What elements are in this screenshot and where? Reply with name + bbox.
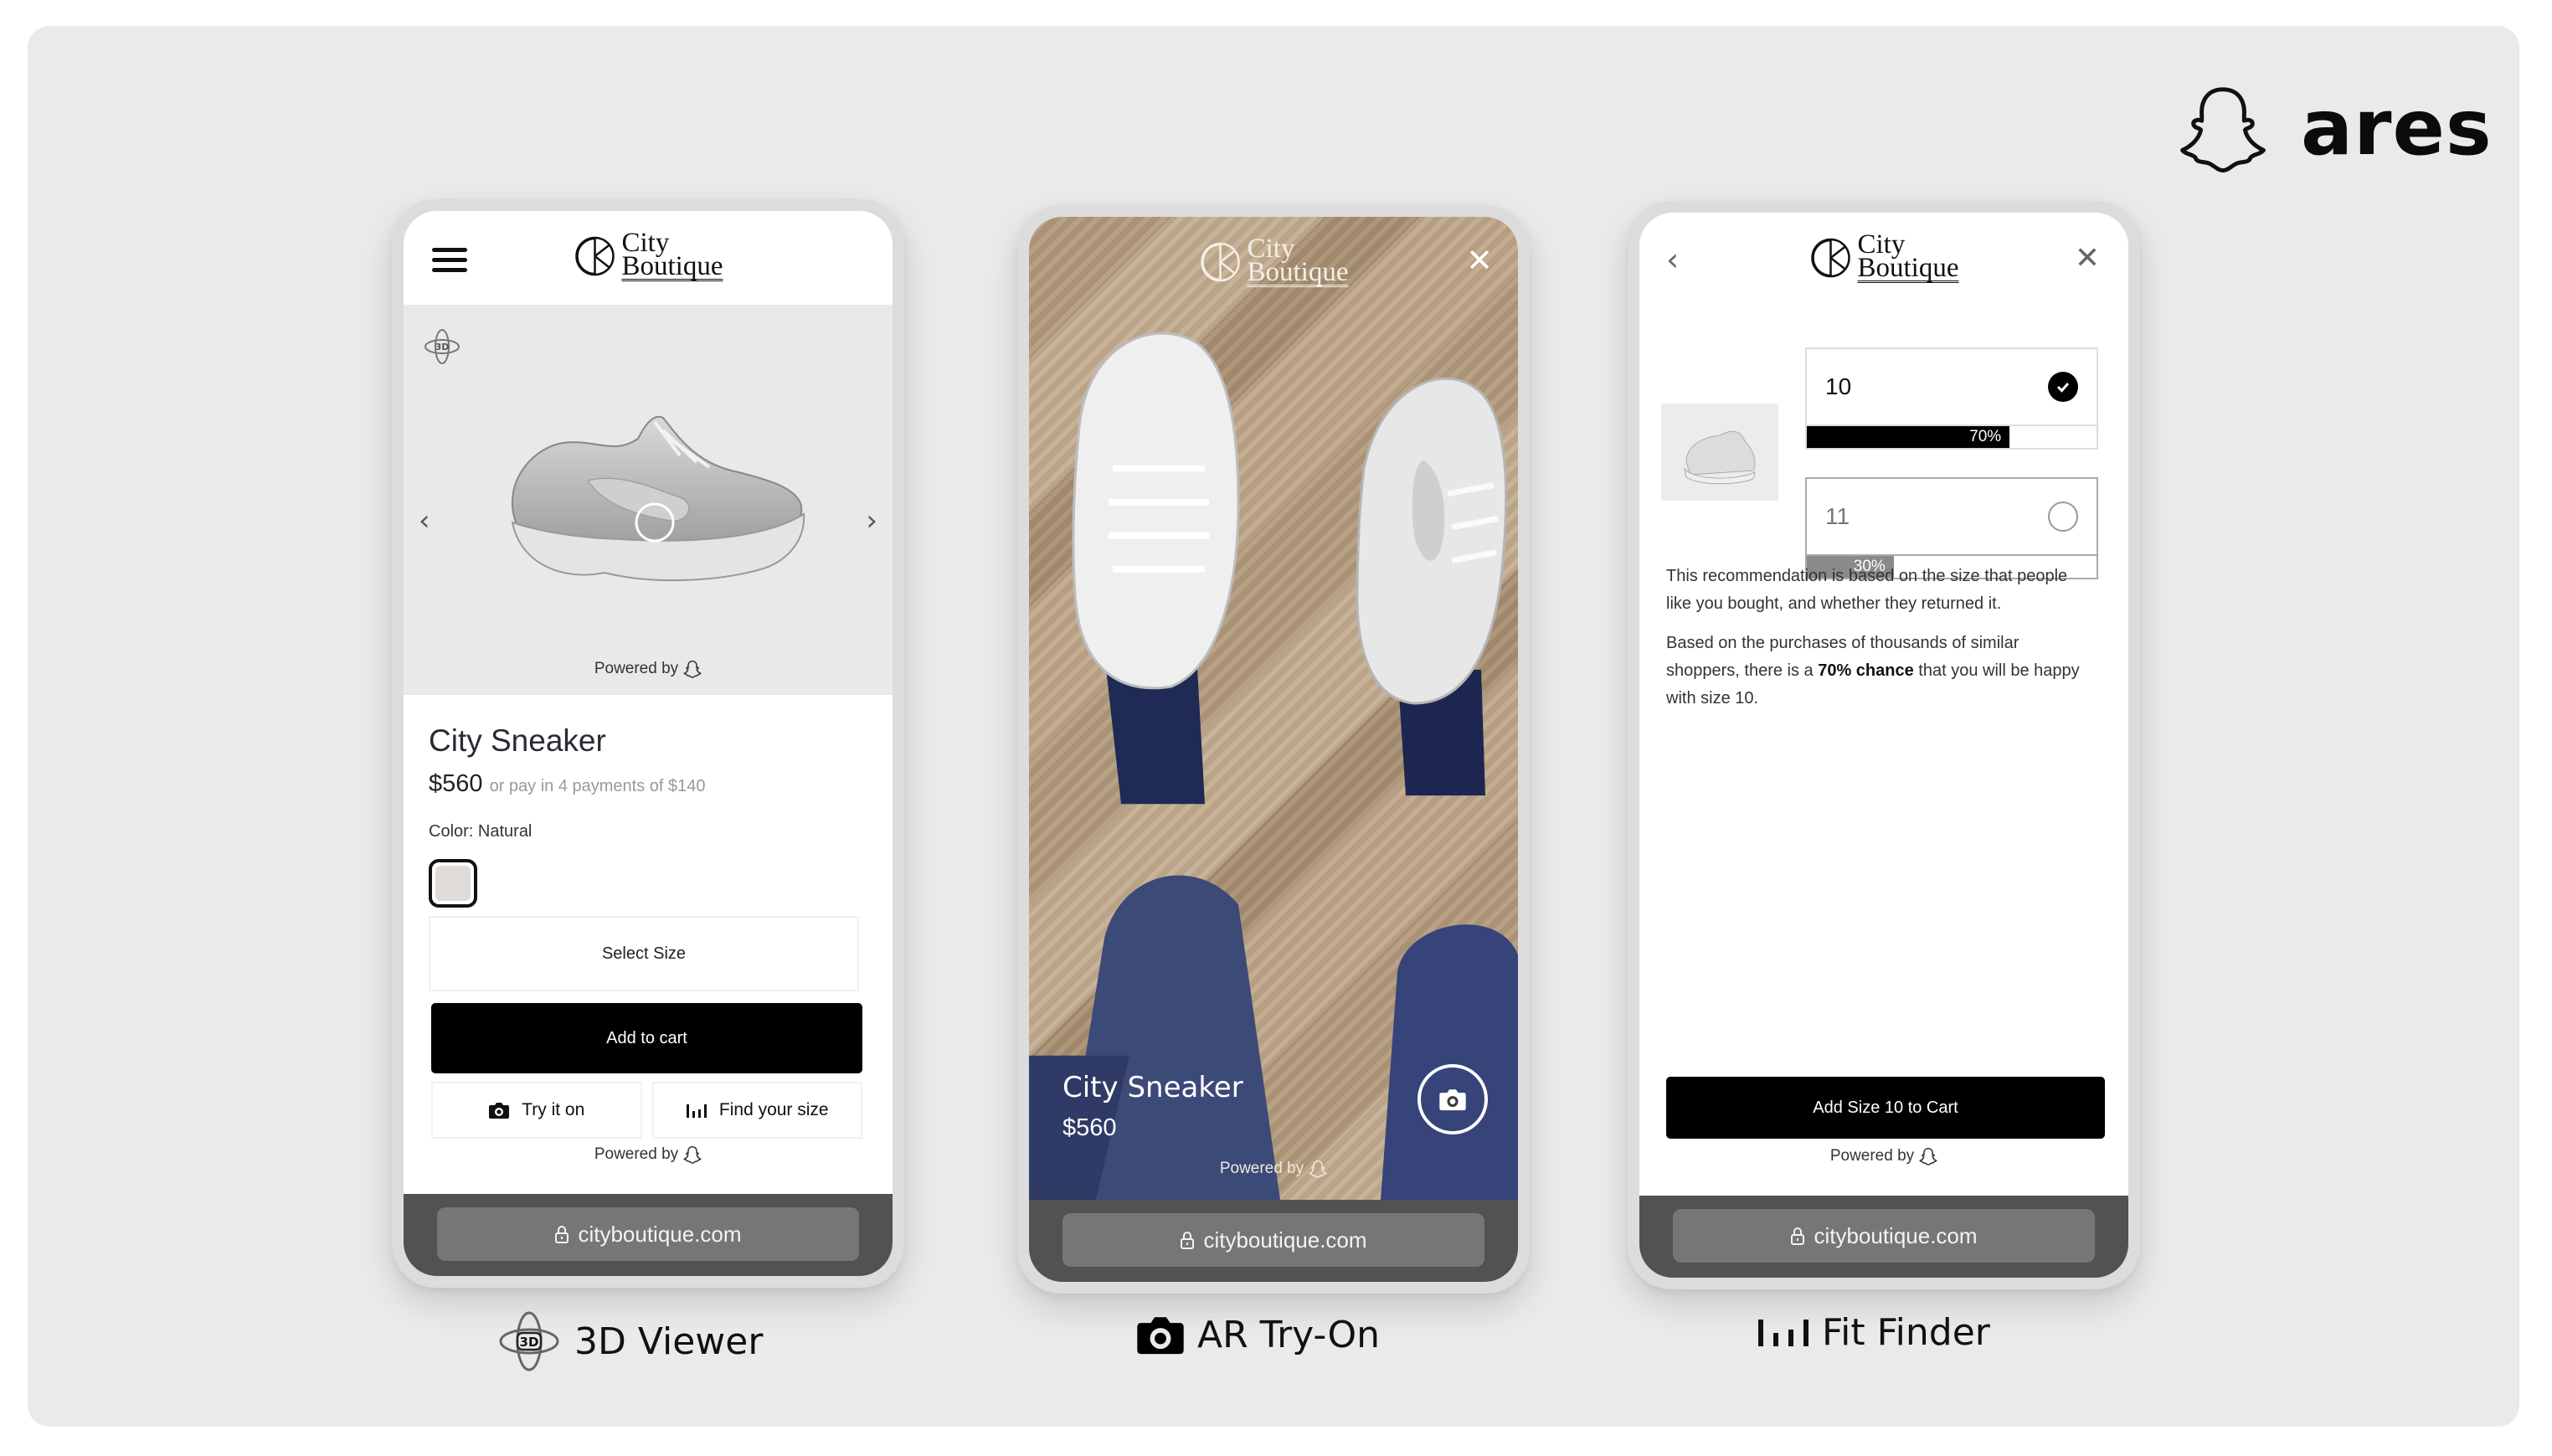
logo-line2: Boutique: [1857, 253, 1959, 283]
url-text: cityboutique.com: [1203, 1227, 1367, 1253]
3d-viewer[interactable]: 3D ‹ › Powered by: [404, 305, 893, 695]
url-text: cityboutique.com: [1814, 1222, 1978, 1248]
swatch-fill: [435, 866, 471, 901]
ar-feet-scene: [1029, 332, 1518, 1200]
fit-probability-fill: 70%: [1807, 426, 2010, 448]
feature-buttons: Try it on Find your size: [431, 1082, 862, 1139]
store-logo[interactable]: City Boutique: [1199, 235, 1349, 287]
ar-product-price: $560: [1062, 1114, 1117, 1141]
add-size-to-cart-button[interactable]: Add Size 10 to Cart: [1666, 1077, 2105, 1139]
phone-3d-viewer: City Boutique 3D ‹ › Powered by City Sne…: [392, 199, 904, 1288]
url-field[interactable]: cityboutique.com: [437, 1207, 859, 1261]
logo-line2: Boutique: [1247, 257, 1349, 287]
find-your-size-button[interactable]: Find your size: [651, 1082, 862, 1139]
recommendation-explanation: This recommendation is based on the size…: [1666, 563, 2095, 724]
cb-monogram-icon: [1811, 238, 1850, 278]
powered-by: Powered by: [404, 659, 893, 679]
caption-label: 3D Viewer: [574, 1320, 764, 1363]
lock-icon: [1181, 1232, 1195, 1249]
select-size-dropdown[interactable]: Select Size: [429, 916, 859, 991]
store-header: City Boutique: [404, 211, 893, 305]
ares-brand: ares: [2177, 82, 2493, 174]
caption-label: AR Try-On: [1197, 1313, 1381, 1356]
ar-product-name: City Sneaker: [1062, 1071, 1243, 1104]
url-field[interactable]: cityboutique.com: [1673, 1209, 2095, 1263]
camera-icon: [489, 1103, 510, 1119]
powered-by: Powered by: [1639, 1146, 2128, 1166]
price-value: $560: [429, 770, 483, 797]
sneaker-thumbnail-image: [1684, 430, 1756, 485]
svg-text:3D: 3D: [520, 1335, 539, 1350]
close-icon[interactable]: ✕: [2075, 241, 2100, 275]
carousel-next-icon[interactable]: ›: [866, 504, 877, 538]
powered-by-label: Powered by: [1219, 1160, 1304, 1177]
explanation-highlight: 70% chance: [1818, 661, 1914, 680]
try-it-on-button[interactable]: Try it on: [431, 1082, 642, 1139]
store-header: ‹ City Boutique ✕: [1639, 213, 2128, 306]
size-bars-icon: [686, 1104, 707, 1118]
close-icon[interactable]: ✕: [1466, 242, 1493, 279]
cb-monogram-icon: [1201, 242, 1240, 282]
snapchat-ghost-icon: [683, 1145, 702, 1164]
phone-ar-try-on: City Boutique ✕ City Sneaker $560 Powered…: [1017, 205, 1530, 1294]
color-label: Color: Natural: [429, 822, 533, 841]
back-icon[interactable]: ‹: [1666, 241, 1679, 278]
add-to-cart-button[interactable]: Add to cart: [431, 1003, 862, 1073]
caption-fit-finder: Fit Finder: [1757, 1311, 1990, 1354]
menu-icon[interactable]: [432, 248, 467, 273]
snapchat-ghost-icon: [1309, 1160, 1328, 1178]
store-logo[interactable]: City Boutique: [574, 229, 723, 281]
brand-name: ares: [2301, 83, 2493, 172]
camera-icon: [1137, 1317, 1184, 1355]
sneaker-3d-model[interactable]: [487, 405, 822, 598]
radio-unselected-icon: [2048, 502, 2078, 532]
snapchat-ghost-icon: [1919, 1147, 1938, 1165]
size-bars-icon: [1758, 1319, 1809, 1346]
size-label: 11: [1825, 503, 1850, 529]
product-price: $560 or pay in 4 payments of $140: [429, 770, 706, 798]
fit-percent-label: 70%: [1969, 428, 2002, 445]
cb-monogram-icon: [575, 236, 615, 276]
capture-button[interactable]: [1417, 1064, 1488, 1134]
phone-fit-finder: ‹ City Boutique ✕ 10 70% 11 30% This rec…: [1628, 201, 2140, 1289]
3d-badge-icon: 3D: [424, 329, 460, 364]
explanation-paragraph-2: Based on the purchases of thousands of s…: [1666, 630, 2095, 713]
color-swatch-natural[interactable]: [429, 859, 477, 908]
url-text: cityboutique.com: [578, 1221, 742, 1247]
fit-probability-bar: 70%: [1805, 424, 2098, 450]
browser-url-bar: cityboutique.com: [1639, 1196, 2128, 1278]
powered-by-label: Powered by: [594, 1145, 679, 1163]
try-it-on-label: Try it on: [522, 1100, 585, 1119]
logo-line2: Boutique: [621, 251, 723, 281]
size-label: 10: [1825, 373, 1852, 399]
product-thumbnail: [1661, 404, 1778, 501]
snapchat-ghost-icon: [2180, 87, 2266, 173]
svg-text:3D: 3D: [435, 342, 450, 352]
camera-icon: [1439, 1089, 1466, 1111]
find-your-size-label: Find your size: [718, 1100, 829, 1119]
product-name: City Sneaker: [429, 723, 606, 758]
lock-icon: [1791, 1227, 1805, 1245]
caption-label: Fit Finder: [1822, 1311, 1990, 1354]
browser-url-bar: cityboutique.com: [404, 1194, 893, 1276]
store-logo[interactable]: City Boutique: [1809, 231, 1959, 283]
size-option[interactable]: 10 70%: [1805, 347, 2098, 450]
caption-ar-try-on: AR Try-On: [1135, 1313, 1380, 1356]
explanation-paragraph-1: This recommendation is based on the size…: [1666, 567, 2068, 613]
url-field[interactable]: cityboutique.com: [1062, 1213, 1484, 1267]
carousel-prev-icon[interactable]: ‹: [419, 504, 430, 538]
installments-text: or pay in 4 payments of $140: [489, 777, 706, 795]
powered-by-label: Powered by: [594, 660, 679, 677]
powered-by-label: Powered by: [1829, 1147, 1915, 1165]
caption-3d-viewer: 3D 3D Viewer: [496, 1308, 763, 1375]
ar-camera-view[interactable]: City Boutique ✕ City Sneaker $560 Powered…: [1029, 217, 1518, 1200]
browser-url-bar: cityboutique.com: [1029, 1200, 1518, 1282]
powered-by: Powered by: [1029, 1159, 1518, 1179]
checkmark-selected-icon: [2048, 372, 2078, 402]
3d-rotate-icon: 3D: [499, 1311, 559, 1371]
powered-by: Powered by: [404, 1145, 893, 1165]
snapchat-ghost-icon: [683, 660, 702, 678]
lock-icon: [555, 1226, 569, 1243]
